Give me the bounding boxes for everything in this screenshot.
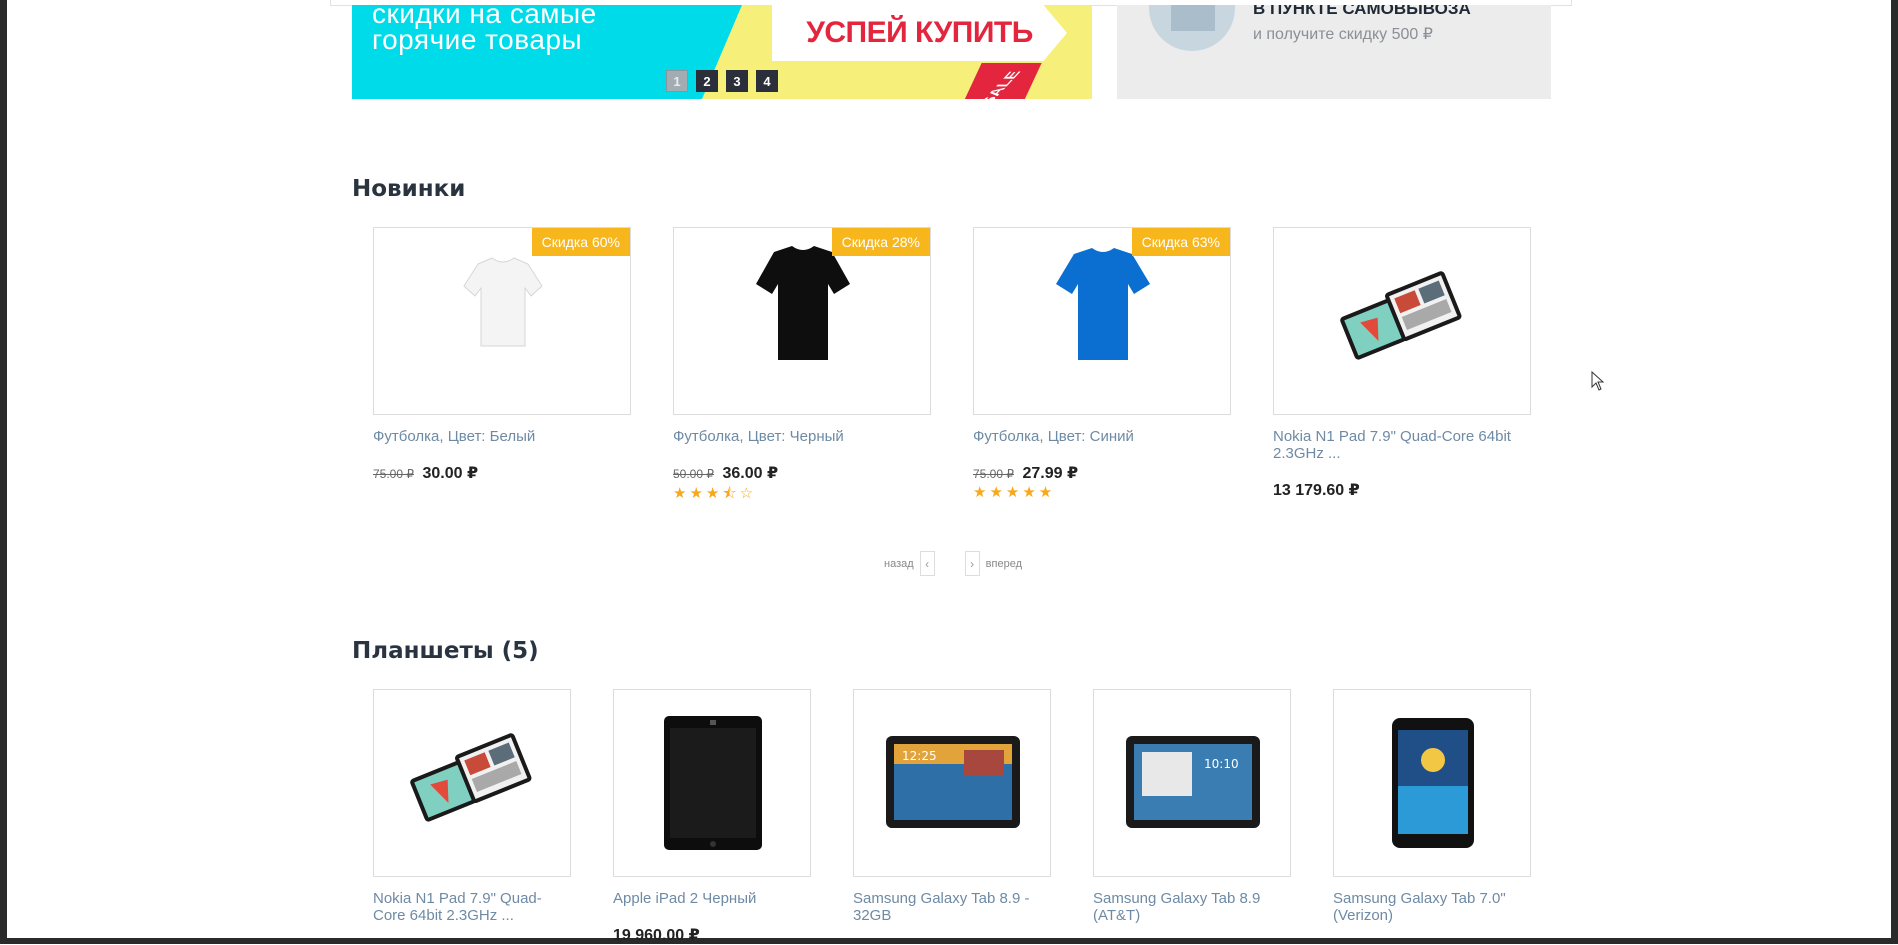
price-row: 75.00 ₽ 30.00 ₽ [373, 463, 478, 483]
pager-next-label: вперед [985, 557, 1022, 570]
price-row: 50.00 ₽ 36.00 ₽ [673, 463, 778, 483]
product-image-link[interactable]: Скидка 63% [973, 227, 1231, 415]
product-name-link[interactable]: Nokia N1 Pad 7.9" Quad-Core 64bit 2.3GHz… [373, 890, 571, 924]
slider-dot-3[interactable]: 3 [726, 70, 748, 92]
discount-badge: Скидка 28% [831, 228, 930, 256]
section-title-new: Новинки [352, 176, 466, 202]
white-tshirt-image [463, 257, 543, 347]
promo-subtitle: и получите скидку 500 ₽ [1253, 26, 1433, 43]
carousel-pager: назад ‹ › вперед [884, 551, 1022, 576]
promo-banner-slider[interactable]: скидки на самые горячие товары УСПЕЙ КУП… [352, 5, 1092, 99]
black-tshirt-image [756, 246, 850, 360]
product-image-link[interactable] [373, 689, 571, 877]
banner-sale-label: SALE [975, 71, 1025, 99]
product-image-link[interactable]: Скидка 28% [673, 227, 931, 415]
nokia-tablet-image [410, 733, 532, 822]
old-price: 75.00 ₽ [973, 467, 1014, 481]
next-arrow-button[interactable]: › [964, 551, 980, 576]
promo-title: В ПУНКТЕ САМОВЫВОЗА [1253, 5, 1471, 18]
product-name-link[interactable]: Apple iPad 2 Черный [613, 890, 811, 907]
galaxy-tab-image: 12:25 [886, 736, 1020, 828]
product-name-link[interactable]: Samsung Galaxy Tab 8.9 - 32GB [853, 890, 1051, 924]
product-image-link[interactable]: 12:25 [853, 689, 1051, 877]
window-frame-left [0, 0, 7, 944]
current-price: 27.99 ₽ [1022, 465, 1079, 482]
prev-arrow-button[interactable]: ‹ [919, 551, 935, 576]
current-price: 36.00 ₽ [722, 465, 779, 482]
product-name-link[interactable]: Футболка, Цвет: Черный [673, 428, 844, 445]
product-name-link[interactable]: Nokia N1 Pad 7.9" Quad-Core 64bit 2.3GHz… [1273, 428, 1531, 462]
nokia-tablet-image [1340, 271, 1462, 360]
galaxy-tab-7-image [1392, 718, 1474, 848]
product-name-link[interactable]: Samsung Galaxy Tab 8.9 (AT&T) [1093, 890, 1291, 924]
product-card: Samsung Galaxy Tab 7.0" (Verizon) [1333, 689, 1531, 939]
product-card: Скидка 60% Футболка, Цвет: Белый 75.00 ₽… [373, 227, 631, 507]
rating-stars: ★★★★★ [973, 484, 1056, 501]
current-price: 30.00 ₽ [422, 465, 479, 482]
slider-dot-4[interactable]: 4 [756, 70, 778, 92]
svg-text:12:25: 12:25 [902, 749, 937, 763]
product-image-link[interactable] [1273, 227, 1531, 415]
blue-tshirt-image [1056, 248, 1150, 360]
slider-dot-2[interactable]: 2 [696, 70, 718, 92]
product-name-link[interactable]: Samsung Galaxy Tab 7.0" (Verizon) [1333, 890, 1531, 924]
window-frame-right [1891, 0, 1898, 944]
product-card: Скидка 28% Футболка, Цвет: Черный 50.00 … [673, 227, 931, 507]
section-title-tablets: Планшеты (5) [352, 638, 539, 664]
discount-badge: Скидка 60% [531, 228, 630, 256]
galaxy-tab-att-image: 10:10 [1126, 736, 1260, 828]
slider-dot-1[interactable]: 1 [666, 70, 688, 92]
banner-cta-button[interactable]: УСПЕЙ КУПИТЬ [772, 5, 1067, 61]
old-price: 50.00 ₽ [673, 467, 714, 481]
price-row: 19 960.00 ₽ [613, 925, 700, 945]
pickup-promo-banner[interactable]: В ПУНКТЕ САМОВЫВОЗА и получите скидку 50… [1117, 5, 1551, 99]
banner-text-line2: горячие товары [372, 24, 583, 55]
product-name-link[interactable]: Футболка, Цвет: Синий [973, 428, 1134, 445]
product-image-link[interactable]: Скидка 60% [373, 227, 631, 415]
svg-text:10:10: 10:10 [1204, 757, 1239, 771]
banner-cta-label: УСПЕЙ КУПИТЬ [806, 16, 1033, 49]
pager-prev-label: назад [884, 557, 914, 570]
product-image-link[interactable]: 10:10 [1093, 689, 1291, 877]
product-name-link[interactable]: Футболка, Цвет: Белый [373, 428, 535, 445]
product-card: Nokia N1 Pad 7.9" Quad-Core 64bit 2.3GHz… [373, 689, 571, 939]
current-price: 19 960.00 ₽ [613, 927, 700, 944]
box-icon [1171, 5, 1215, 31]
current-price: 13 179.60 ₽ [1273, 482, 1360, 499]
price-row: 75.00 ₽ 27.99 ₽ [973, 463, 1078, 483]
chevron-left-icon: ‹ [925, 556, 930, 571]
product-card: Скидка 63% Футболка, Цвет: Синий 75.00 ₽… [973, 227, 1231, 507]
ipad-image [664, 716, 762, 850]
price-row: 13 179.60 ₽ [1273, 480, 1360, 500]
product-card: 12:25 Samsung Galaxy Tab 8.9 - 32GB [853, 689, 1051, 939]
product-card: Apple iPad 2 Черный 19 960.00 ₽ [613, 689, 811, 944]
mouse-cursor-icon [1591, 371, 1605, 391]
product-image-link[interactable] [613, 689, 811, 877]
old-price: 75.00 ₽ [373, 467, 414, 481]
banner-text: скидки на самые горячие товары [372, 5, 597, 55]
product-card: 10:10 Samsung Galaxy Tab 8.9 (AT&T) [1093, 689, 1291, 939]
product-card: Nokia N1 Pad 7.9" Quad-Core 64bit 2.3GHz… [1273, 227, 1531, 507]
rating-stars: ★★★⯪☆ [673, 485, 757, 502]
product-image-link[interactable] [1333, 689, 1531, 877]
chevron-right-icon: › [970, 556, 975, 571]
discount-badge: Скидка 63% [1131, 228, 1230, 256]
slider-pagination: 1 2 3 4 [666, 70, 778, 92]
